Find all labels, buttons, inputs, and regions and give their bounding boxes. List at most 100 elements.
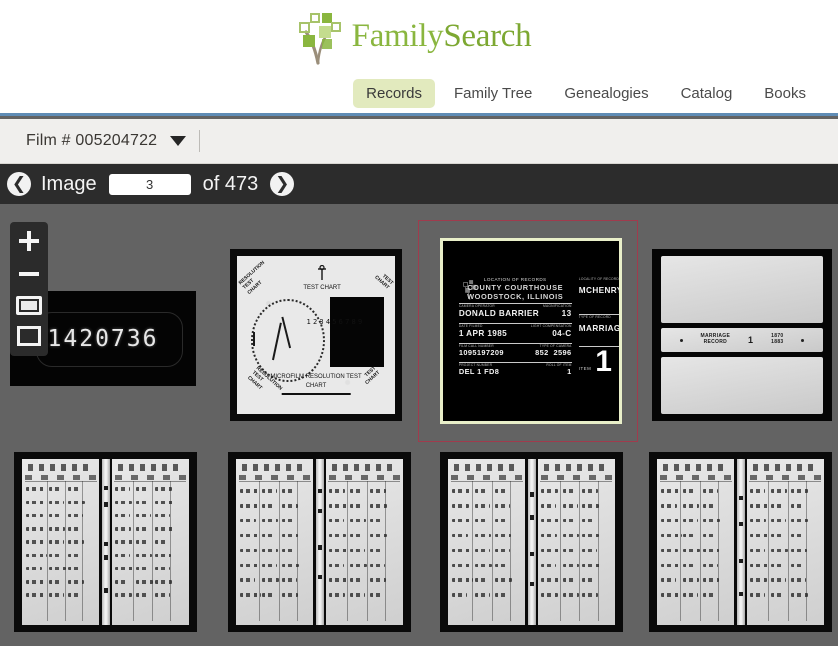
- thumbnail-viewer: 1420736 TEST C: [0, 204, 838, 646]
- project-number-value: DEL 1 FD8: [459, 368, 499, 377]
- plus-icon[interactable]: [17, 230, 41, 252]
- nav-item-books[interactable]: Books: [751, 79, 819, 108]
- film-number-bar: Film # 005204722: [0, 119, 838, 164]
- light-compensation-value: 04-C: [531, 329, 572, 338]
- book-spine-photo: MARRIAGE RECORD 1 1870 1883: [652, 249, 832, 421]
- minus-icon[interactable]: [17, 263, 41, 285]
- test-chart-corner-top-left: RESOLUTION TEST CHART: [238, 256, 290, 305]
- ledger-page-left: [448, 459, 525, 625]
- thumbnail-3-selected[interactable]: LOCATION OF RECORDS COUNTY COURTHOUSE WO…: [418, 220, 638, 442]
- ledger-heading-right: [118, 464, 183, 471]
- ledger-column-headers: [239, 475, 310, 480]
- thumbnail-4[interactable]: MARRIAGE RECORD 1 1870 1883: [645, 224, 835, 420]
- site-masthead: FamilySearch: [0, 0, 838, 74]
- test-chart-caption-text: MICROFILM RESOLUTION TEST CHART: [261, 373, 372, 391]
- nav-item-catalog[interactable]: Catalog: [668, 79, 746, 108]
- image-number-input[interactable]: [109, 174, 191, 195]
- locality-value: MCHENRY CO. ILLINOIS: [579, 286, 622, 295]
- camera-type-values: 852 2596: [535, 349, 572, 358]
- record-type-value: MARRIAGE RECORD: [579, 324, 622, 333]
- ledger-spread-5: [14, 452, 197, 632]
- spine-year-end: 1883: [771, 339, 783, 345]
- thumbnail-8-image: [649, 452, 832, 632]
- image-total-label: of 473: [203, 173, 259, 196]
- nav-item-family-tree[interactable]: Family Tree: [441, 79, 545, 108]
- target-card-right-column: LOCALITY OF RECORDS MCHENRY CO. ILLINOIS…: [579, 277, 622, 382]
- ledger-spread-7: [440, 452, 623, 632]
- test-chart-top-mark: TEST CHART: [303, 265, 340, 293]
- rectangle-icon[interactable]: [16, 296, 42, 315]
- roll-of-item-value: 1: [546, 368, 571, 377]
- logo-wordmark: FamilySearch: [352, 20, 532, 55]
- ledger-column-headers: [660, 475, 731, 480]
- ledger-column-headers-right: [115, 475, 186, 480]
- spine-title-line-2: RECORD: [704, 339, 727, 345]
- target-card-project-row: PROJECT NUMBER DEL 1 FD8 ROLL OF ITEM 1: [459, 362, 572, 376]
- ledger-page-left: [657, 459, 734, 625]
- ledger-page-right: [538, 459, 615, 625]
- record-type-label: TYPE OF RECORD: [579, 316, 611, 320]
- nav-item-genealogies[interactable]: Genealogies: [551, 79, 661, 108]
- target-card-date-row: DATE FILMED 1 APR 1985 LIGHT COMPENSATIO…: [459, 323, 572, 338]
- toolbar-divider: [199, 130, 200, 152]
- magnification-value: 13: [543, 309, 572, 318]
- locality-label: LOCALITY OF RECORDS: [579, 278, 622, 282]
- book-cover-top: [661, 256, 823, 323]
- location-courthouse: COUNTY COURTHOUSE: [459, 283, 572, 292]
- test-chart-top-label: TEST CHART: [303, 285, 340, 293]
- nav-item-records[interactable]: Records: [353, 79, 435, 108]
- thumbnail-5-image: [14, 452, 197, 632]
- thumbnail-7-image: [440, 452, 623, 632]
- ledger-heading: [454, 464, 519, 471]
- chevron-down-icon[interactable]: [170, 136, 186, 146]
- thumbnail-2[interactable]: TEST CHART 1 2 3 4 5 6 7 8 9: [222, 224, 418, 420]
- thumbnail-3-image: LOCATION OF RECORDS COUNTY COURTHOUSE WO…: [440, 238, 622, 424]
- thumbnail-4-image: MARRIAGE RECORD 1 1870 1883: [652, 249, 832, 421]
- thumbnail-7[interactable]: [434, 447, 628, 637]
- spine-volume-number: 1: [748, 335, 753, 345]
- next-image-button[interactable]: ❯: [270, 172, 294, 196]
- book-spine-text: MARRIAGE RECORD 1 1870 1883: [661, 328, 823, 352]
- target-card-locality-row: LOCALITY OF RECORDS MCHENRY CO. ILLINOIS: [579, 277, 622, 295]
- test-chart-bar-groups: 1 2 3 4 5 6 7 8 9: [307, 319, 362, 326]
- ledger-heading-right: [753, 464, 818, 471]
- thumbnail-6-image: [228, 452, 411, 632]
- ledger-column-headers-right: [329, 475, 400, 480]
- ledger-spread-6: [228, 452, 411, 632]
- image-label: Image: [41, 173, 97, 196]
- ledger-gutter: [316, 459, 324, 625]
- spine-years: 1870 1883: [771, 334, 783, 346]
- operator-value: DONALD BARRIER: [459, 309, 539, 318]
- ledger-gutter: [737, 459, 745, 625]
- thumbnail-8[interactable]: [645, 447, 835, 637]
- film-leader-code: 1420736: [48, 326, 159, 352]
- expand-corners-icon[interactable]: [17, 326, 41, 346]
- target-card-fields: LOCATION OF RECORDS COUNTY COURTHOUSE WO…: [459, 277, 603, 378]
- test-chart-sheet: TEST CHART 1 2 3 4 5 6 7 8 9: [237, 256, 395, 414]
- resolution-test-chart: TEST CHART 1 2 3 4 5 6 7 8 9: [230, 249, 402, 421]
- logo-word-family: Family: [352, 18, 444, 54]
- target-card-left-column: LOCATION OF RECORDS COUNTY COURTHOUSE WO…: [459, 277, 572, 382]
- ledger-column-headers: [451, 475, 522, 480]
- family-tree-icon: [291, 9, 349, 65]
- thumbnail-6[interactable]: [222, 447, 416, 637]
- ledger-page-right: [112, 459, 189, 625]
- ledger-page-left: [22, 459, 99, 625]
- thumbnail-2-image: TEST CHART 1 2 3 4 5 6 7 8 9: [230, 249, 402, 421]
- film-viewer-page: FamilySearch Records Family Tree Genealo…: [0, 0, 838, 646]
- spine-dot-right: [801, 339, 804, 342]
- thumbnail-grid: 1420736 TEST C: [0, 204, 838, 646]
- item-number: 1: [595, 350, 612, 374]
- ledger-page-left: [236, 459, 313, 625]
- test-chart-bars-row-3: 7 8 9: [345, 318, 361, 326]
- logo-word-search: Search: [443, 18, 531, 54]
- target-card-callnumber-row: FILM CALL NUMBER 1095197209 TYPE OF CAME…: [459, 343, 572, 357]
- test-chart-caption: MICROFILM RESOLUTION TEST CHART: [261, 373, 372, 395]
- ledger-page-right: [326, 459, 403, 625]
- familysearch-logo[interactable]: FamilySearch: [291, 9, 532, 65]
- thumbnail-5[interactable]: [8, 447, 202, 637]
- location-label: LOCATION OF RECORDS: [484, 277, 547, 282]
- spine-title: MARRIAGE RECORD: [701, 334, 731, 346]
- previous-image-button[interactable]: ❮: [7, 172, 31, 196]
- ledger-page-right: [747, 459, 824, 625]
